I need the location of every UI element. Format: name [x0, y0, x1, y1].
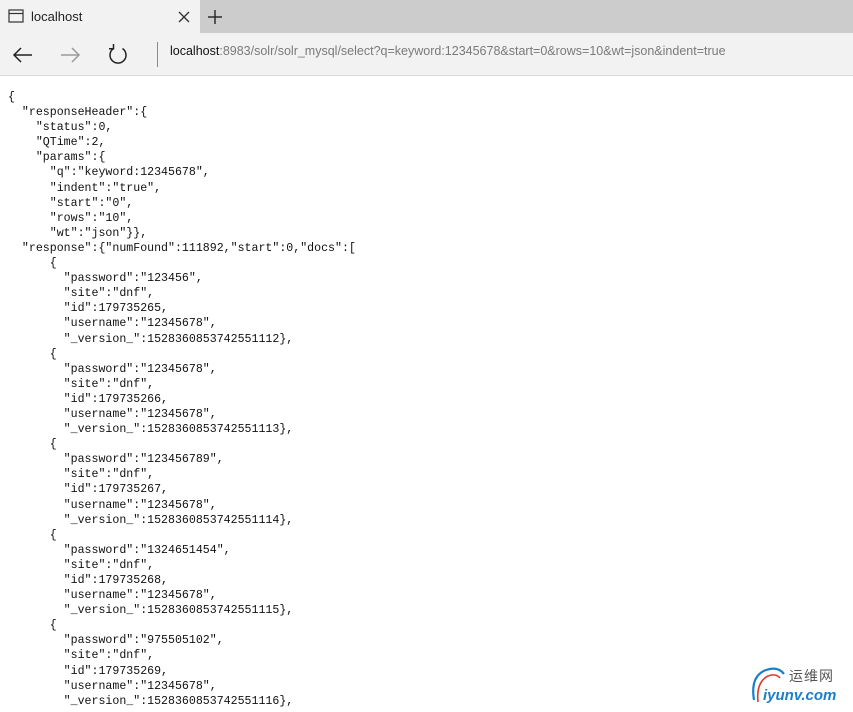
plus-icon[interactable] [205, 7, 225, 27]
address-divider [157, 42, 158, 67]
address-host: localhost [170, 44, 220, 58]
arrow-right-icon[interactable] [57, 42, 83, 68]
tab-localhost[interactable]: localhost [0, 0, 200, 33]
tab-strip: localhost [0, 0, 853, 33]
page-icon [8, 9, 24, 23]
address-path: :8983/solr/solr_mysql/select?q=keyword:1… [219, 44, 726, 58]
watermark: 运维网 iyunv.com [748, 662, 850, 708]
tab-title: localhost [31, 9, 83, 24]
address-bar[interactable]: localhost:8983/solr/solr_mysql/select?q=… [170, 33, 726, 76]
close-icon[interactable] [175, 8, 193, 26]
navigation-bar: localhost:8983/solr/solr_mysql/select?q=… [0, 33, 853, 76]
arrow-left-icon[interactable] [10, 42, 36, 68]
watermark-chinese-text: 运维网 [789, 669, 834, 685]
json-response: { "responseHeader":{ "status":0, "QTime"… [8, 91, 356, 708]
page-content: { "responseHeader":{ "status":0, "QTime"… [0, 76, 853, 712]
refresh-icon[interactable] [105, 42, 131, 68]
watermark-site-text: iyunv.com [763, 687, 837, 704]
